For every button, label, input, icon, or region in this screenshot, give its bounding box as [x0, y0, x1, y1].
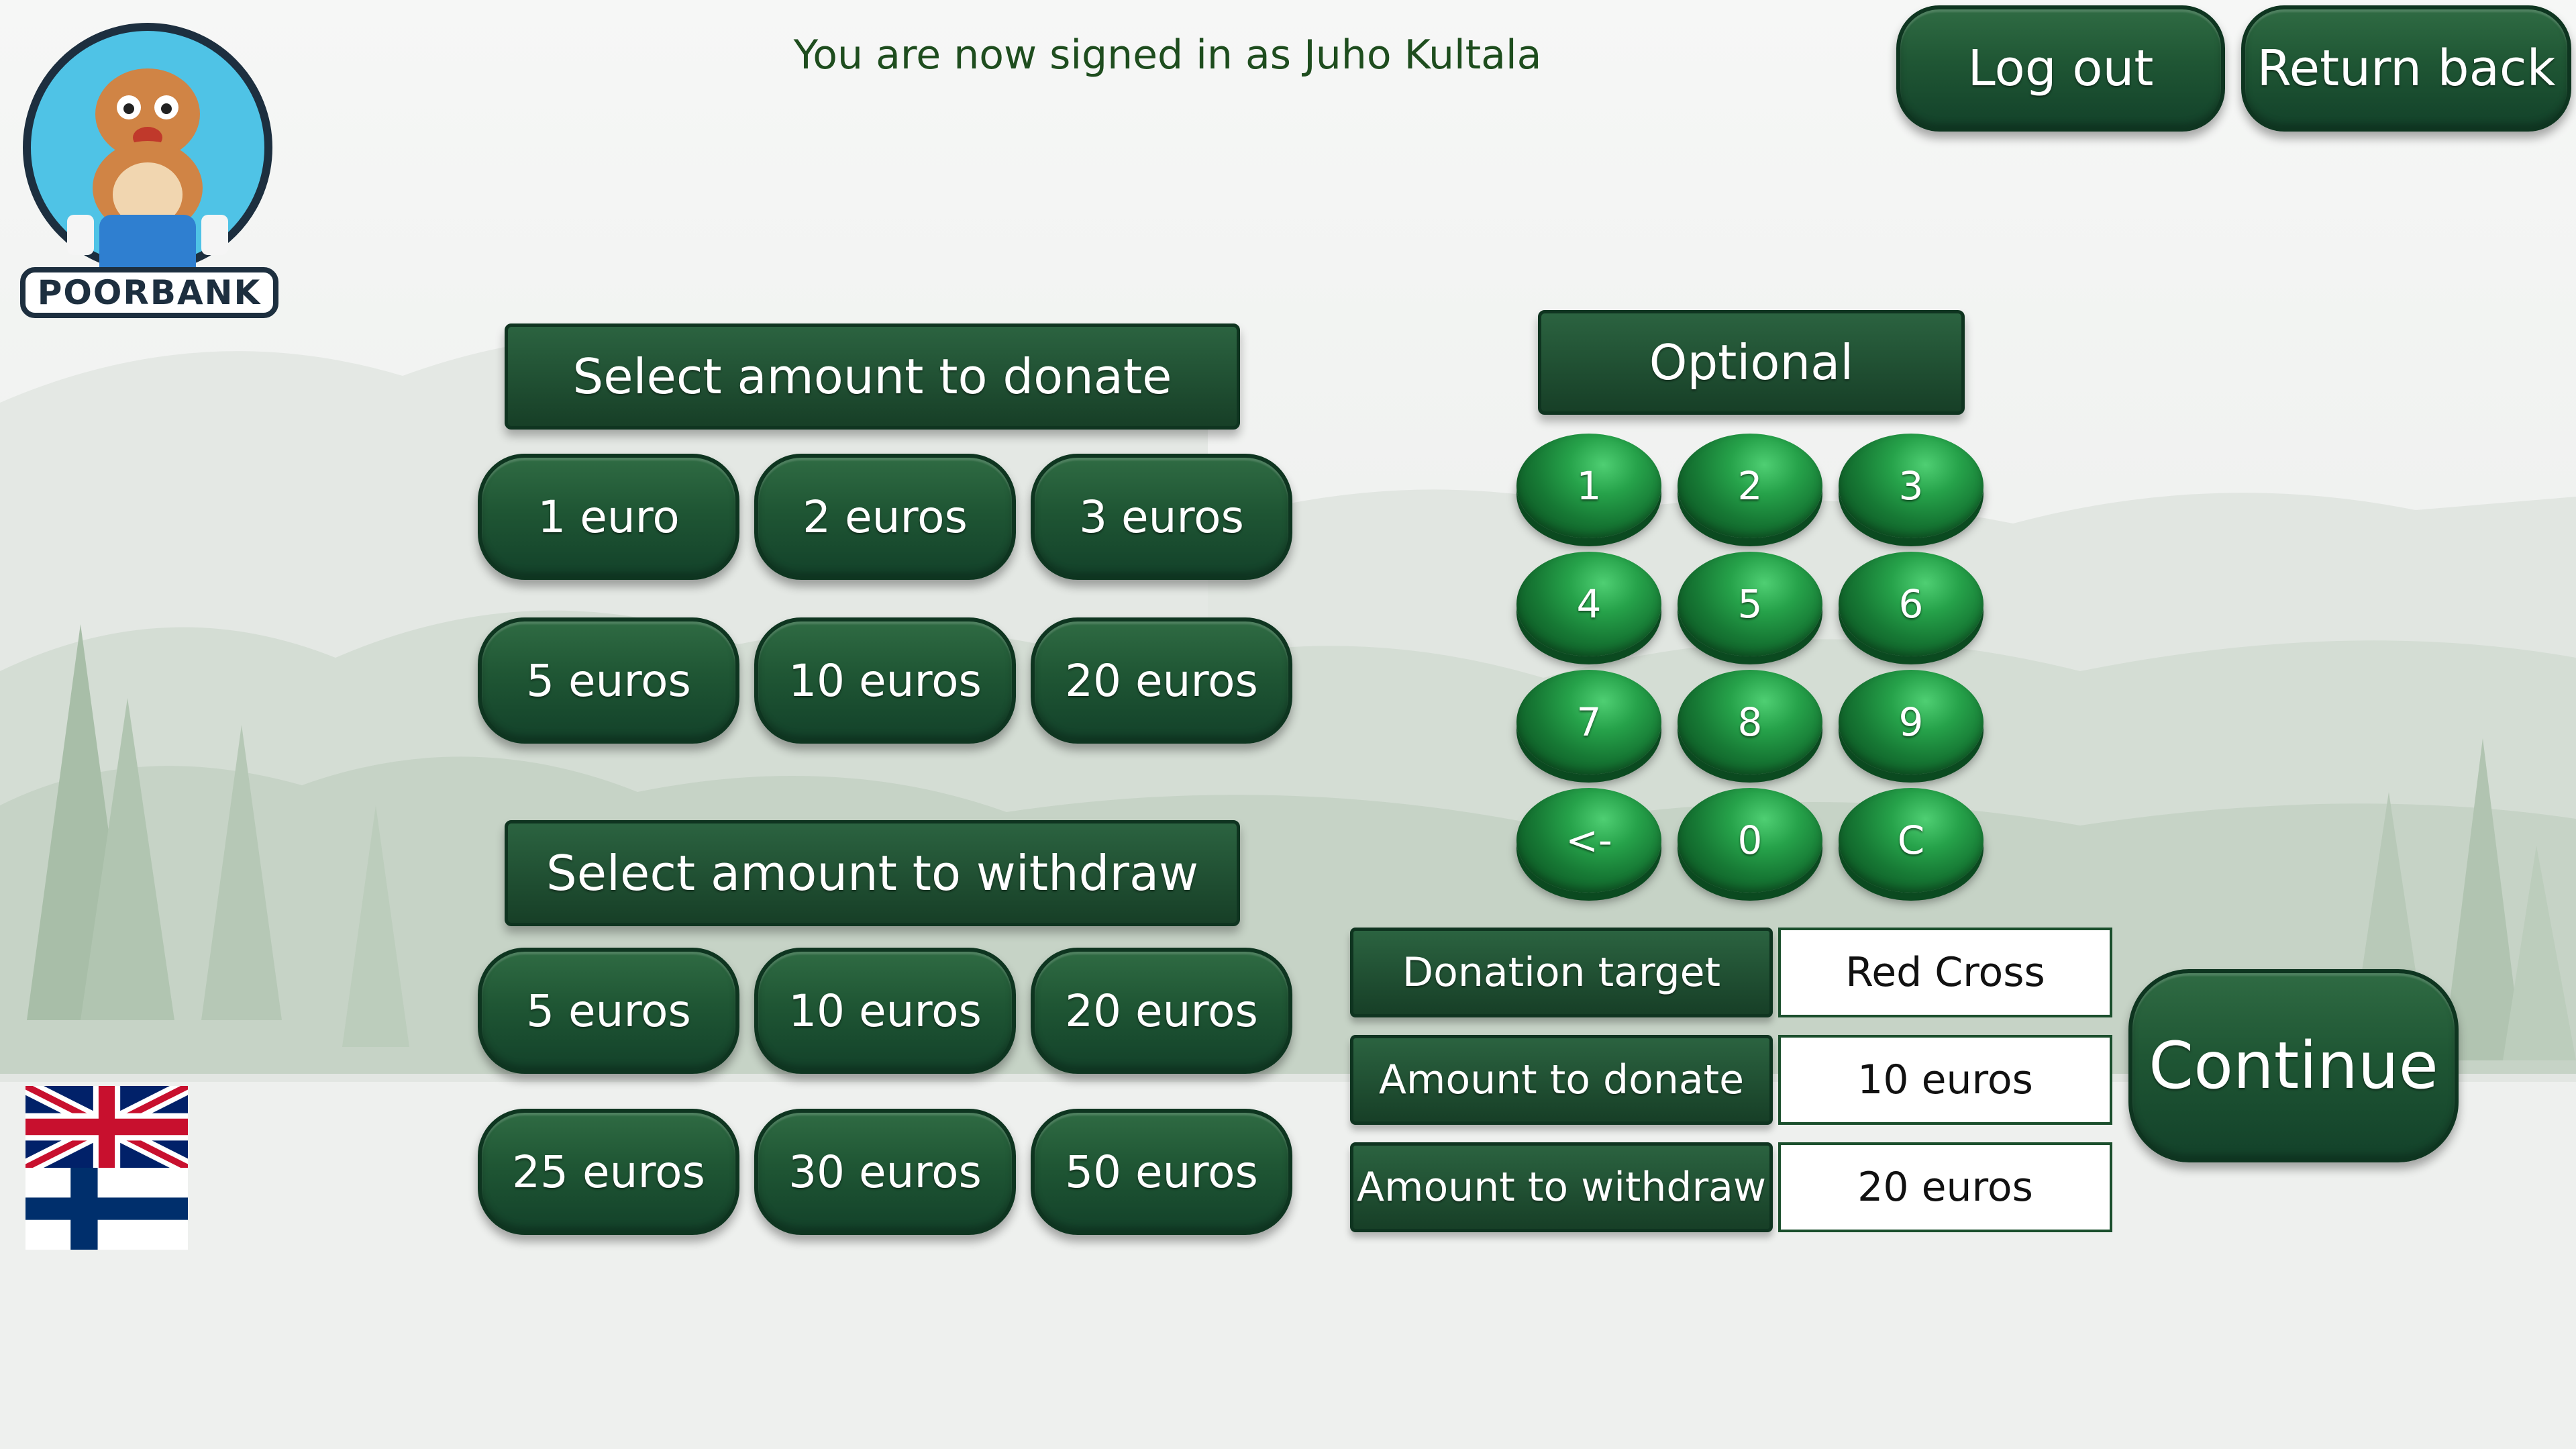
signed-in-status: You are now signed in as Juho Kultala	[793, 32, 1542, 79]
donate-option-10[interactable]: 10 euros	[754, 617, 1016, 744]
logout-button[interactable]: Log out	[1896, 5, 2225, 132]
withdraw-section-title: Select amount to withdraw	[505, 820, 1240, 926]
donate-section-title: Select amount to donate	[505, 323, 1240, 430]
withdraw-option-10[interactable]: 10 euros	[754, 948, 1016, 1074]
key-5[interactable]: 5	[1678, 552, 1822, 656]
withdraw-option-25[interactable]: 25 euros	[478, 1109, 739, 1235]
withdraw-option-20[interactable]: 20 euros	[1031, 948, 1292, 1074]
donate-option-1[interactable]: 1 euro	[478, 454, 739, 580]
key-6[interactable]: 6	[1839, 552, 1983, 656]
amount-to-donate-value: 10 euros	[1778, 1035, 2112, 1125]
donate-option-3[interactable]: 3 euros	[1031, 454, 1292, 580]
key-backspace[interactable]: <-	[1516, 788, 1661, 893]
withdraw-option-30[interactable]: 30 euros	[754, 1109, 1016, 1235]
withdraw-option-5[interactable]: 5 euros	[478, 948, 739, 1074]
key-clear[interactable]: C	[1839, 788, 1983, 893]
finland-flag-icon[interactable]	[25, 1168, 188, 1250]
withdraw-option-50[interactable]: 50 euros	[1031, 1109, 1292, 1235]
key-0[interactable]: 0	[1678, 788, 1822, 893]
continue-button[interactable]: Continue	[2128, 969, 2459, 1162]
donate-option-20[interactable]: 20 euros	[1031, 617, 1292, 744]
logo-text: POORBANK	[20, 267, 278, 318]
amount-to-donate-label: Amount to donate	[1350, 1035, 1773, 1125]
background-landscape	[0, 0, 2576, 1449]
key-3[interactable]: 3	[1839, 434, 1983, 538]
amount-to-withdraw-label: Amount to withdraw	[1350, 1142, 1773, 1232]
amount-to-withdraw-value: 20 euros	[1778, 1142, 2112, 1232]
uk-flag-icon[interactable]	[25, 1086, 188, 1168]
return-back-button[interactable]: Return back	[2241, 5, 2571, 132]
key-2[interactable]: 2	[1678, 434, 1822, 538]
key-7[interactable]: 7	[1516, 670, 1661, 775]
poorbank-logo: POORBANK	[13, 13, 285, 322]
key-8[interactable]: 8	[1678, 670, 1822, 775]
donate-option-5[interactable]: 5 euros	[478, 617, 739, 744]
key-1[interactable]: 1	[1516, 434, 1661, 538]
key-4[interactable]: 4	[1516, 552, 1661, 656]
key-9[interactable]: 9	[1839, 670, 1983, 775]
donation-target-label: Donation target	[1350, 928, 1773, 1017]
donate-option-2[interactable]: 2 euros	[754, 454, 1016, 580]
keypad-title: Optional	[1538, 310, 1965, 415]
donation-target-value: Red Cross	[1778, 928, 2112, 1017]
